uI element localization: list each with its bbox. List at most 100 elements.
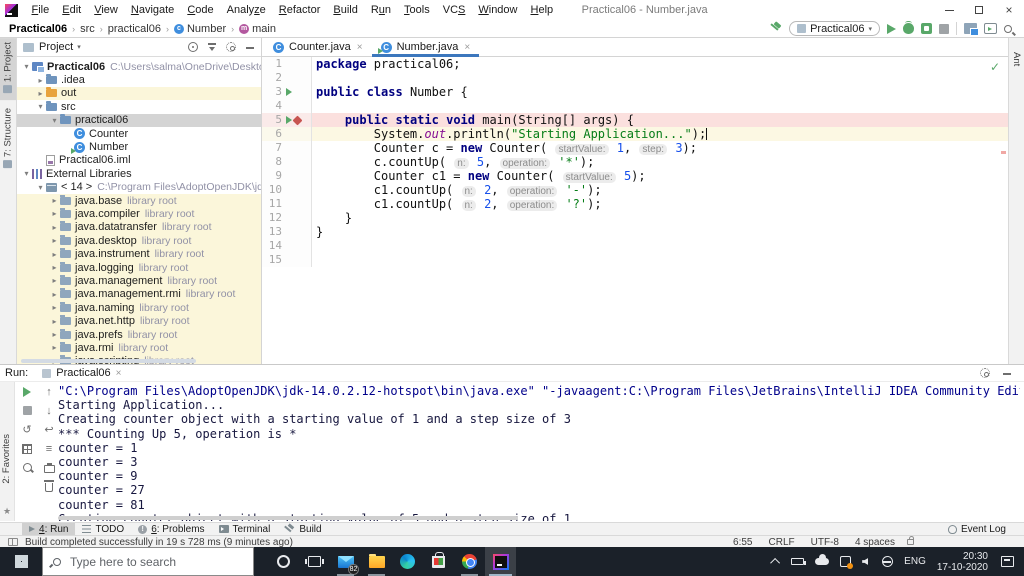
debug-button[interactable] [903, 21, 914, 34]
code-line[interactable]: 8 c.countUp( n: 5, operation: '*'); [262, 155, 1008, 169]
code-line[interactable]: 11 c1.countUp( n: 2, operation: '?'); [262, 197, 1008, 211]
editor-gutter[interactable]: 15 [262, 253, 312, 267]
minimize-button[interactable] [934, 0, 964, 20]
print-icon[interactable] [43, 462, 55, 473]
pin-icon[interactable] [22, 463, 32, 472]
maximize-button[interactable] [964, 0, 994, 20]
tree-row[interactable]: ▸ java.naming library root [17, 301, 261, 315]
tool-strip-7-structure[interactable]: 7: Structure [0, 104, 16, 175]
code-editor[interactable]: ✓ 1 package practical06; 2 3 public class Nu… [262, 57, 1008, 364]
lock-icon[interactable] [907, 536, 914, 545]
editor-gutter[interactable]: 2 [262, 71, 312, 85]
menu-item-analyze[interactable]: Analyze [220, 4, 272, 16]
close-icon[interactable]: × [116, 368, 122, 379]
editor-gutter[interactable]: 4 [262, 99, 312, 113]
taskbar-search[interactable]: Type here to search [42, 547, 254, 576]
soft-wrap-icon[interactable]: ↩ [43, 423, 56, 436]
tree-chevron-icon[interactable]: ▸ [49, 290, 60, 299]
tree-row[interactable]: ▾ src [17, 100, 261, 113]
tree-row[interactable]: ▸ out [17, 86, 261, 101]
scroll-to-end-icon[interactable]: ≡ [43, 442, 56, 455]
code-line[interactable]: 12 } [262, 211, 1008, 225]
network-icon[interactable] [882, 556, 894, 567]
taskbar-clock[interactable]: 20:30 17-10-2020 [937, 551, 988, 573]
editor-gutter[interactable]: 10 [262, 183, 312, 197]
language-indicator[interactable]: ENG [904, 556, 926, 567]
editor-gutter[interactable]: 11 [262, 197, 312, 211]
tree-row[interactable]: ▸ java.instrument library root [17, 247, 261, 261]
tree-row[interactable]: C Counter [17, 127, 261, 140]
tree-row[interactable]: ▸ java.prefs library root [17, 327, 261, 342]
editor-gutter[interactable]: 3 [262, 85, 312, 99]
tree-row[interactable]: ▸ java.logging library root [17, 260, 261, 275]
taskbar-app-taskview[interactable] [299, 547, 330, 576]
tree-row[interactable]: ▸ java.compiler library root [17, 207, 261, 221]
taskbar-app-edge[interactable] [392, 547, 423, 576]
sync-app-icon[interactable] [840, 556, 854, 569]
breadcrumb-item[interactable]: src [80, 23, 95, 35]
code-line[interactable]: 15 [262, 253, 1008, 267]
tree-row[interactable]: ▸ java.datatransfer library root [17, 220, 261, 235]
tool-window-toggle-icon[interactable] [8, 538, 18, 546]
tree-row[interactable]: ▾ < 14 > C:\Program Files\AdoptOpenJDK\jdk… [17, 181, 261, 194]
inspections-ok-icon[interactable]: ✓ [990, 60, 1000, 74]
run-gutter-icon[interactable] [286, 116, 292, 124]
tree-chevron-icon[interactable]: ▸ [49, 317, 60, 326]
restart-icon[interactable]: ↺ [21, 423, 34, 436]
tree-row[interactable]: ▾ External Libraries [17, 167, 261, 180]
menu-item-refactor[interactable]: Refactor [272, 4, 327, 16]
stop-icon[interactable] [22, 406, 32, 415]
start-button[interactable] [0, 547, 42, 576]
action-center-icon[interactable] [1001, 556, 1014, 567]
code-line[interactable]: 3 public class Number { [262, 85, 1008, 99]
tree-row[interactable]: ▸ java.management.rmi library root [17, 287, 261, 302]
gear-icon[interactable] [226, 42, 236, 52]
code-line[interactable]: 5 public static void main(String[] args)… [262, 113, 1008, 127]
down-stack-icon[interactable]: ↓ [43, 404, 56, 417]
code-line[interactable]: 13} [262, 225, 1008, 239]
editor-gutter[interactable]: 9 [262, 169, 312, 183]
tree-chevron-icon[interactable]: ▸ [49, 196, 60, 205]
breakpoint-icon[interactable] [292, 115, 303, 125]
code-line[interactable]: 6 System.out.println("Starting Applicati… [262, 127, 1008, 141]
tool-strip-favorites[interactable]: 2: Favorites [1, 434, 12, 484]
code-line[interactable]: 14 [262, 239, 1008, 253]
search-everywhere-icon[interactable] [1004, 24, 1012, 33]
editor-gutter[interactable]: 5 [262, 113, 312, 127]
editor-tab-number-java[interactable]: C Number.java × [371, 38, 480, 57]
run-anything-icon[interactable] [984, 23, 997, 34]
taskbar-app-chrome[interactable] [454, 547, 485, 576]
tree-row[interactable]: ▾ practical06 [17, 113, 261, 127]
tree-row[interactable]: ▸ java.rmi library root [17, 341, 261, 355]
horizontal-scrollbar[interactable] [21, 359, 196, 363]
onedrive-icon[interactable] [815, 554, 830, 565]
hide-panel-icon[interactable] [245, 42, 255, 52]
editor-gutter[interactable]: 7 [262, 141, 312, 155]
file-encoding[interactable]: UTF-8 [811, 537, 839, 548]
tree-chevron-icon[interactable]: ▾ [21, 62, 32, 71]
layout-icon[interactable] [22, 443, 32, 454]
tool-window-button-terminal[interactable]: Terminal [212, 523, 278, 535]
close-icon[interactable]: × [357, 42, 363, 53]
horizontal-scrollbar[interactable] [58, 516, 518, 520]
menu-item-edit[interactable]: Edit [56, 4, 88, 16]
code-line[interactable]: 2 [262, 71, 1008, 85]
coverage-button[interactable] [921, 23, 932, 34]
tree-row[interactable]: C Number [17, 140, 261, 154]
close-button[interactable]: × [994, 0, 1024, 20]
tree-chevron-icon[interactable]: ▸ [49, 330, 60, 339]
collapse-all-icon[interactable] [207, 42, 217, 52]
chevron-down-icon[interactable]: ▾ [77, 43, 81, 51]
tree-chevron-icon[interactable]: ▸ [49, 303, 60, 312]
menu-item-code[interactable]: Code [181, 4, 220, 16]
menu-item-help[interactable]: Help [524, 4, 560, 16]
tree-row[interactable]: Practical06.iml [17, 154, 261, 167]
stop-button[interactable] [939, 23, 949, 34]
tree-row[interactable]: ▸ java.net.http library root [17, 314, 261, 328]
close-icon[interactable]: × [464, 42, 470, 53]
tree-row[interactable]: ▸ .idea [17, 73, 261, 86]
menu-item-navigate[interactable]: Navigate [124, 4, 180, 16]
editor-gutter[interactable]: 6 [262, 127, 312, 141]
tree-row[interactable]: ▸ java.management library root [17, 274, 261, 288]
menu-item-view[interactable]: View [88, 4, 125, 16]
